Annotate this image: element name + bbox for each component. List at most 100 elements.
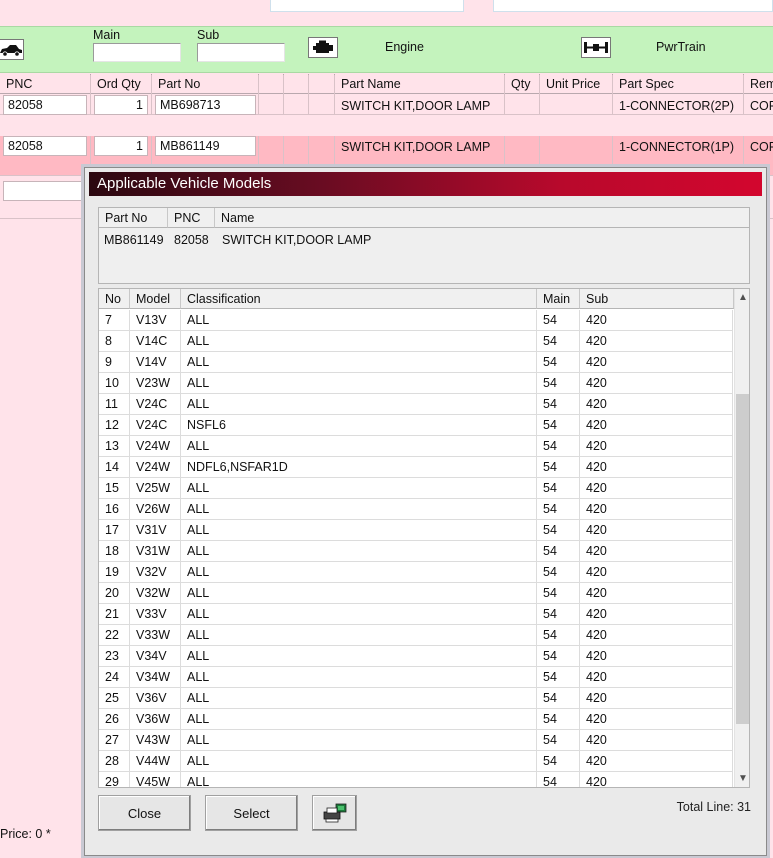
top-field-right[interactable] (493, 0, 773, 12)
scroll-up-arrow-icon[interactable]: ▲ (735, 289, 749, 306)
vehicle-model-row[interactable]: 9 V14V ALL 54 420 (99, 352, 733, 373)
main-input[interactable] (93, 43, 181, 62)
list-header-classification[interactable]: Classification (181, 289, 537, 309)
close-button[interactable]: Close (98, 795, 191, 831)
vehicle-model-row[interactable]: 18 V31W ALL 54 420 (99, 541, 733, 562)
vehicle-model-row[interactable]: 14 V24W NDFL6,NSFAR1D 54 420 (99, 457, 733, 478)
vehicle-model-row[interactable]: 21 V33V ALL 54 420 (99, 604, 733, 625)
row-no-cell: 15 (99, 478, 130, 499)
list-scrollbar[interactable]: ▲ ▼ (734, 289, 749, 787)
row-main-cell: 54 (537, 331, 580, 352)
row-main-cell: 54 (537, 394, 580, 415)
row-main-cell: 54 (537, 583, 580, 604)
scroll-down-arrow-icon[interactable]: ▼ (735, 770, 749, 787)
row-no-cell: 24 (99, 667, 130, 688)
row-model-cell: V23W (130, 373, 181, 394)
top-field-left[interactable] (270, 0, 464, 12)
row-sub-cell: 420 (580, 331, 733, 352)
vehicle-model-row[interactable]: 20 V32W ALL 54 420 (99, 583, 733, 604)
car-icon (0, 44, 22, 57)
row-no-cell: 14 (99, 457, 130, 478)
row-model-cell: V34V (130, 646, 181, 667)
row-classification-cell: ALL (181, 625, 537, 646)
ord-qty-field[interactable]: 1 (94, 95, 148, 115)
vehicle-model-row[interactable]: 25 V36V ALL 54 420 (99, 688, 733, 709)
vehicle-model-row[interactable]: 16 V26W ALL 54 420 (99, 499, 733, 520)
vehicle-model-row[interactable]: 23 V34V ALL 54 420 (99, 646, 733, 667)
vehicle-model-row[interactable]: 13 V24W ALL 54 420 (99, 436, 733, 457)
parts-row[interactable]: 82058 1 MB698713 SWITCH KIT,DOOR LAMP 1-… (0, 75, 773, 115)
row-classification-cell: ALL (181, 730, 537, 751)
pnc-field[interactable]: 82058 (3, 95, 87, 115)
sub-input[interactable] (197, 43, 285, 62)
row-model-cell: V32V (130, 562, 181, 583)
row-classification-cell: ALL (181, 310, 537, 331)
row-model-cell: V43W (130, 730, 181, 751)
row-sub-cell: 420 (580, 625, 733, 646)
vehicle-model-row[interactable]: 26 V36W ALL 54 420 (99, 709, 733, 730)
row-classification-cell: ALL (181, 520, 537, 541)
vehicle-model-row[interactable]: 27 V43W ALL 54 420 (99, 730, 733, 751)
vehicle-model-row[interactable]: 29 V45W ALL 54 420 (99, 772, 733, 787)
row-model-cell: V33V (130, 604, 181, 625)
info-header-name: Name (215, 208, 749, 228)
vehicle-model-row[interactable]: 10 V23W ALL 54 420 (99, 373, 733, 394)
row-sub-cell: 420 (580, 646, 733, 667)
top-strip (0, 0, 773, 26)
pwrtrain-label[interactable]: PwrTrain (656, 40, 706, 54)
sub-label: Sub (197, 28, 220, 42)
row-main-cell: 54 (537, 688, 580, 709)
ord-qty-field[interactable]: 1 (94, 136, 148, 156)
engine-label[interactable]: Engine (385, 40, 424, 54)
print-button[interactable] (312, 795, 357, 831)
pnc-field-empty[interactable] (3, 181, 87, 201)
pnc-field[interactable]: 82058 (3, 136, 87, 156)
scroll-thumb[interactable] (736, 394, 749, 724)
row-sub-cell: 420 (580, 688, 733, 709)
remark-cell: COR (750, 99, 773, 113)
list-header-sub[interactable]: Sub (580, 289, 734, 309)
row-sub-cell: 420 (580, 310, 733, 331)
pwrtrain-button[interactable] (581, 37, 611, 58)
row-sub-cell: 420 (580, 583, 733, 604)
vehicle-model-row[interactable]: 15 V25W ALL 54 420 (99, 478, 733, 499)
row-sub-cell: 420 (580, 604, 733, 625)
row-model-cell: V44W (130, 751, 181, 772)
row-no-cell: 18 (99, 541, 130, 562)
part-spec-cell: 1-CONNECTOR(1P) (619, 140, 735, 154)
vehicle-model-row[interactable]: 8 V14C ALL 54 420 (99, 331, 733, 352)
row-classification-cell: ALL (181, 436, 537, 457)
row-classification-cell: ALL (181, 478, 537, 499)
vehicle-model-row[interactable]: 22 V33W ALL 54 420 (99, 625, 733, 646)
part-no-field[interactable]: MB698713 (155, 95, 256, 115)
part-no-field[interactable]: MB861149 (155, 136, 256, 156)
vehicle-model-row[interactable]: 7 V13V ALL 54 420 (99, 310, 733, 331)
car-button[interactable] (0, 39, 24, 60)
list-header-main[interactable]: Main (537, 289, 580, 309)
vehicle-model-row[interactable]: 17 V31V ALL 54 420 (99, 520, 733, 541)
vehicle-model-row[interactable]: 19 V32V ALL 54 420 (99, 562, 733, 583)
dialog-title[interactable]: Applicable Vehicle Models (89, 172, 762, 196)
engine-button[interactable] (308, 37, 338, 58)
row-main-cell: 54 (537, 373, 580, 394)
info-name: SWITCH KIT,DOOR LAMP (222, 233, 372, 247)
row-sub-cell: 420 (580, 541, 733, 562)
vehicle-model-row[interactable]: 12 V24C NSFL6 54 420 (99, 415, 733, 436)
select-button[interactable]: Select (205, 795, 298, 831)
row-sub-cell: 420 (580, 436, 733, 457)
row-main-cell: 54 (537, 562, 580, 583)
engine-icon (313, 40, 333, 53)
vehicle-model-row[interactable]: 28 V44W ALL 54 420 (99, 751, 733, 772)
row-model-cell: V25W (130, 478, 181, 499)
row-model-cell: V31W (130, 541, 181, 562)
part-spec-cell: 1-CONNECTOR(2P) (619, 99, 735, 113)
row-no-cell: 10 (99, 373, 130, 394)
row-no-cell: 25 (99, 688, 130, 709)
row-no-cell: 13 (99, 436, 130, 457)
list-header-no[interactable]: No (99, 289, 130, 309)
row-main-cell: 54 (537, 310, 580, 331)
vehicle-model-row[interactable]: 24 V34W ALL 54 420 (99, 667, 733, 688)
vehicle-model-row[interactable]: 11 V24C ALL 54 420 (99, 394, 733, 415)
list-header-model[interactable]: Model (130, 289, 181, 309)
part-name-cell: SWITCH KIT,DOOR LAMP (341, 99, 491, 113)
